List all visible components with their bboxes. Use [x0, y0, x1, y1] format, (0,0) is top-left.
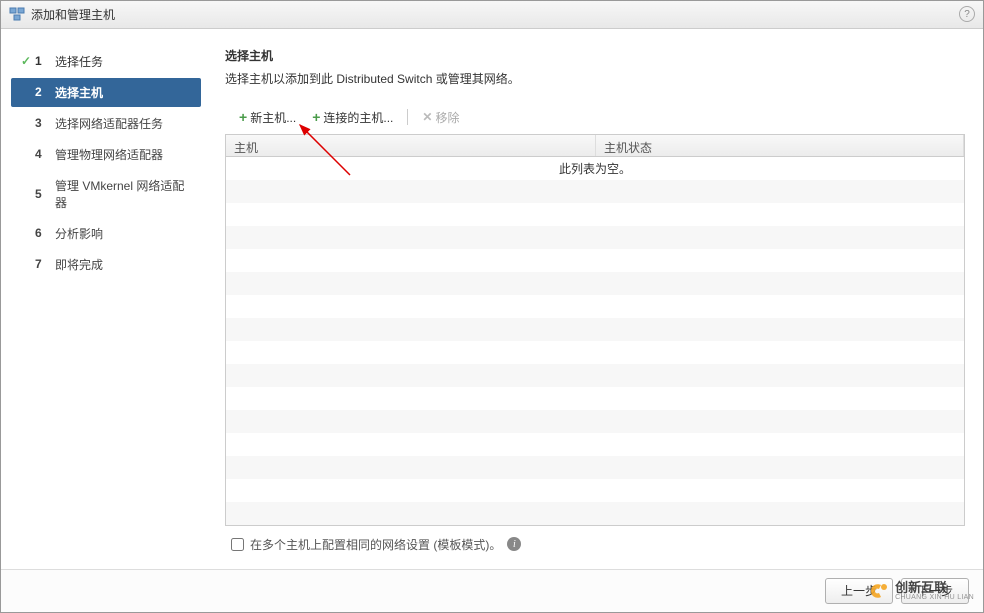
check-placeholder — [19, 226, 33, 240]
page-title: 选择主机 — [225, 47, 965, 64]
table-row — [226, 226, 964, 249]
step-2[interactable]: 2 选择主机 — [11, 78, 201, 107]
table-row — [226, 180, 964, 203]
table-row — [226, 341, 964, 364]
table-header: 主机 主机状态 — [226, 135, 964, 157]
table-row — [226, 249, 964, 272]
step-3[interactable]: 3 选择网络适配器任务 — [11, 109, 201, 138]
check-placeholder — [19, 187, 33, 201]
x-icon: ✕ — [422, 110, 432, 124]
content-area: ✓ 1 选择任务 2 选择主机 3 选择网络适配器任务 4 管理物理网络适配器 — [1, 29, 983, 569]
empty-message: 此列表为空。 — [226, 157, 964, 180]
step-7[interactable]: 7 即将完成 — [11, 250, 201, 279]
toolbar: + 新主机... + 连接的主机... ✕ 移除 — [225, 101, 965, 134]
check-placeholder — [19, 147, 33, 161]
step-6[interactable]: 6 分析影响 — [11, 219, 201, 248]
title-bar: 添加和管理主机 ? — [1, 1, 983, 29]
check-placeholder — [19, 257, 33, 271]
template-mode-row: 在多个主机上配置相同的网络设置 (模板模式)。 i — [225, 526, 965, 559]
table-row — [226, 479, 964, 502]
table-row — [226, 318, 964, 341]
next-button[interactable]: 下一步 — [901, 578, 969, 604]
main-panel: 选择主机 选择主机以添加到此 Distributed Switch 或管理其网络… — [211, 29, 983, 569]
table-row — [226, 502, 964, 525]
table-row — [226, 203, 964, 226]
template-mode-label: 在多个主机上配置相同的网络设置 (模板模式)。 — [250, 536, 501, 553]
check-placeholder — [19, 116, 33, 130]
template-mode-checkbox[interactable] — [231, 538, 244, 551]
app-icon — [9, 6, 25, 22]
table-row — [226, 433, 964, 456]
toolbar-separator — [407, 109, 408, 125]
table-row — [226, 456, 964, 479]
dialog-footer: 上一步 下一步 — [1, 569, 983, 612]
remove-button: ✕ 移除 — [418, 107, 463, 128]
table-body: 此列表为空。 — [226, 157, 964, 525]
dialog-window: 添加和管理主机 ? ✓ 1 选择任务 2 选择主机 3 选择网络适配器任务 4 — [0, 0, 984, 613]
connected-host-button[interactable]: + 连接的主机... — [308, 107, 397, 128]
plus-icon: + — [312, 109, 320, 125]
col-status[interactable]: 主机状态 — [596, 135, 964, 156]
table-row — [226, 364, 964, 387]
step-5[interactable]: 5 管理 VMkernel 网络适配器 — [11, 171, 201, 217]
step-4[interactable]: 4 管理物理网络适配器 — [11, 140, 201, 169]
wizard-sidebar: ✓ 1 选择任务 2 选择主机 3 选择网络适配器任务 4 管理物理网络适配器 — [1, 29, 211, 569]
new-host-button[interactable]: + 新主机... — [235, 107, 300, 128]
table-row — [226, 387, 964, 410]
table-row — [226, 295, 964, 318]
step-1[interactable]: ✓ 1 选择任务 — [11, 47, 201, 76]
prev-button[interactable]: 上一步 — [825, 578, 893, 604]
page-description: 选择主机以添加到此 Distributed Switch 或管理其网络。 — [225, 70, 965, 87]
dialog-title: 添加和管理主机 — [31, 6, 115, 23]
host-table: 主机 主机状态 此列表为空。 — [225, 134, 965, 526]
col-host[interactable]: 主机 — [226, 135, 596, 156]
check-placeholder — [19, 85, 33, 99]
table-row — [226, 410, 964, 433]
check-icon: ✓ — [19, 54, 33, 68]
info-icon[interactable]: i — [507, 537, 521, 551]
table-row — [226, 272, 964, 295]
help-icon[interactable]: ? — [959, 6, 975, 22]
plus-icon: + — [239, 109, 247, 125]
main-header: 选择主机 选择主机以添加到此 Distributed Switch 或管理其网络… — [225, 47, 965, 87]
